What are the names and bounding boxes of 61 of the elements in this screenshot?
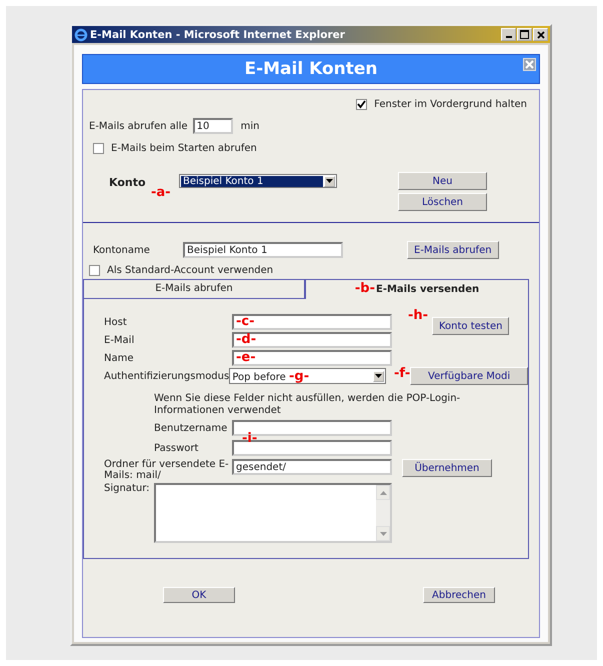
input-field[interactable] — [232, 440, 392, 456]
checkbox[interactable] — [356, 98, 368, 110]
dialog-title: E-Mail Konten — [244, 59, 378, 79]
close-icon — [536, 30, 544, 38]
window-title: E-Mail Konten - Microsoft Internet Explorer — [90, 28, 346, 40]
checkbox-label: Als Standard-Account verwenden — [107, 264, 274, 276]
folder-field[interactable]: gesendet/ — [232, 459, 392, 475]
signature-textarea[interactable] — [154, 483, 392, 543]
scroll-down-icon — [380, 532, 386, 536]
dropdown-arrow-icon — [375, 374, 382, 378]
field-label: Authentifizierungsmodus — [104, 370, 230, 382]
fetch-mails-button[interactable]: E-Mails abrufen — [407, 241, 499, 259]
scroll-up-icon — [380, 490, 386, 494]
interval-field[interactable]: 10 — [192, 118, 233, 134]
callout-label: -c- — [236, 314, 254, 330]
scroll-up-button[interactable] — [376, 485, 390, 500]
tab[interactable]: E-Mails abrufen — [83, 279, 305, 299]
browser-icon — [74, 28, 88, 42]
account-dropdown[interactable]: Beispiel Konto 1 — [179, 174, 337, 188]
input-field[interactable]: -c- — [232, 314, 392, 330]
checkbox[interactable] — [93, 142, 104, 154]
tab[interactable]: -b-E-Mails versenden — [305, 279, 529, 299]
minimize-button[interactable] — [501, 28, 516, 41]
callout-label: -i- — [242, 431, 258, 446]
field-label: Name — [104, 352, 135, 364]
account-button[interactable]: Löschen — [398, 193, 487, 211]
maximize-button[interactable] — [517, 28, 532, 41]
dialog-button[interactable]: OK — [163, 587, 235, 603]
minimize-icon — [506, 36, 512, 38]
hint-text: Wenn Sie diese Felder nicht ausfüllen, werden die POP-Login-Informationen verwendet — [154, 393, 462, 417]
input-field[interactable]: -e- — [232, 350, 392, 366]
auth-mode-dropdown[interactable]: Pop before -g- — [229, 368, 386, 384]
callout-label: -a- — [151, 185, 171, 200]
account-name-field[interactable]: Beispiel Konto 1 — [183, 242, 343, 258]
checkbox[interactable] — [89, 264, 100, 276]
dialog-button[interactable]: Abbrechen — [423, 587, 495, 603]
account-name-label: Kontoname — [93, 244, 151, 256]
field-label: Benutzername — [154, 422, 228, 434]
field-label: E-Mail — [104, 334, 136, 346]
input-field[interactable]: -d- — [232, 332, 392, 348]
unit-label: min — [240, 120, 260, 132]
dropdown-arrow-icon — [326, 179, 333, 183]
checkbox-label: E-Mails beim Starten abrufen — [111, 142, 257, 154]
test-account-button[interactable]: Konto testen — [432, 317, 510, 335]
field-label: Ordner für versendete E-Mails: mail/ — [104, 459, 230, 481]
checkbox-label: Fenster im Vordergrund halten — [374, 98, 527, 110]
callout-label: -f- — [394, 366, 410, 380]
available-modes-button[interactable]: Verfügbare Modi — [410, 367, 528, 385]
maximize-icon — [520, 30, 529, 39]
scroll-down-button[interactable] — [376, 526, 390, 541]
account-button[interactable]: Neu — [398, 172, 487, 190]
apply-button[interactable]: Übernehmen — [402, 459, 492, 477]
field-label: Signatur: — [104, 483, 151, 494]
interval-label: E-Mails abrufen alle — [89, 120, 188, 132]
callout-label: -d- — [236, 332, 256, 348]
field-label: Passwort — [154, 442, 200, 454]
callout-label: -e- — [236, 350, 256, 366]
close-icon — [525, 60, 534, 69]
callout-label: -h- — [408, 309, 428, 323]
account-label: Konto — [109, 175, 147, 189]
field-label: Host — [104, 316, 128, 328]
